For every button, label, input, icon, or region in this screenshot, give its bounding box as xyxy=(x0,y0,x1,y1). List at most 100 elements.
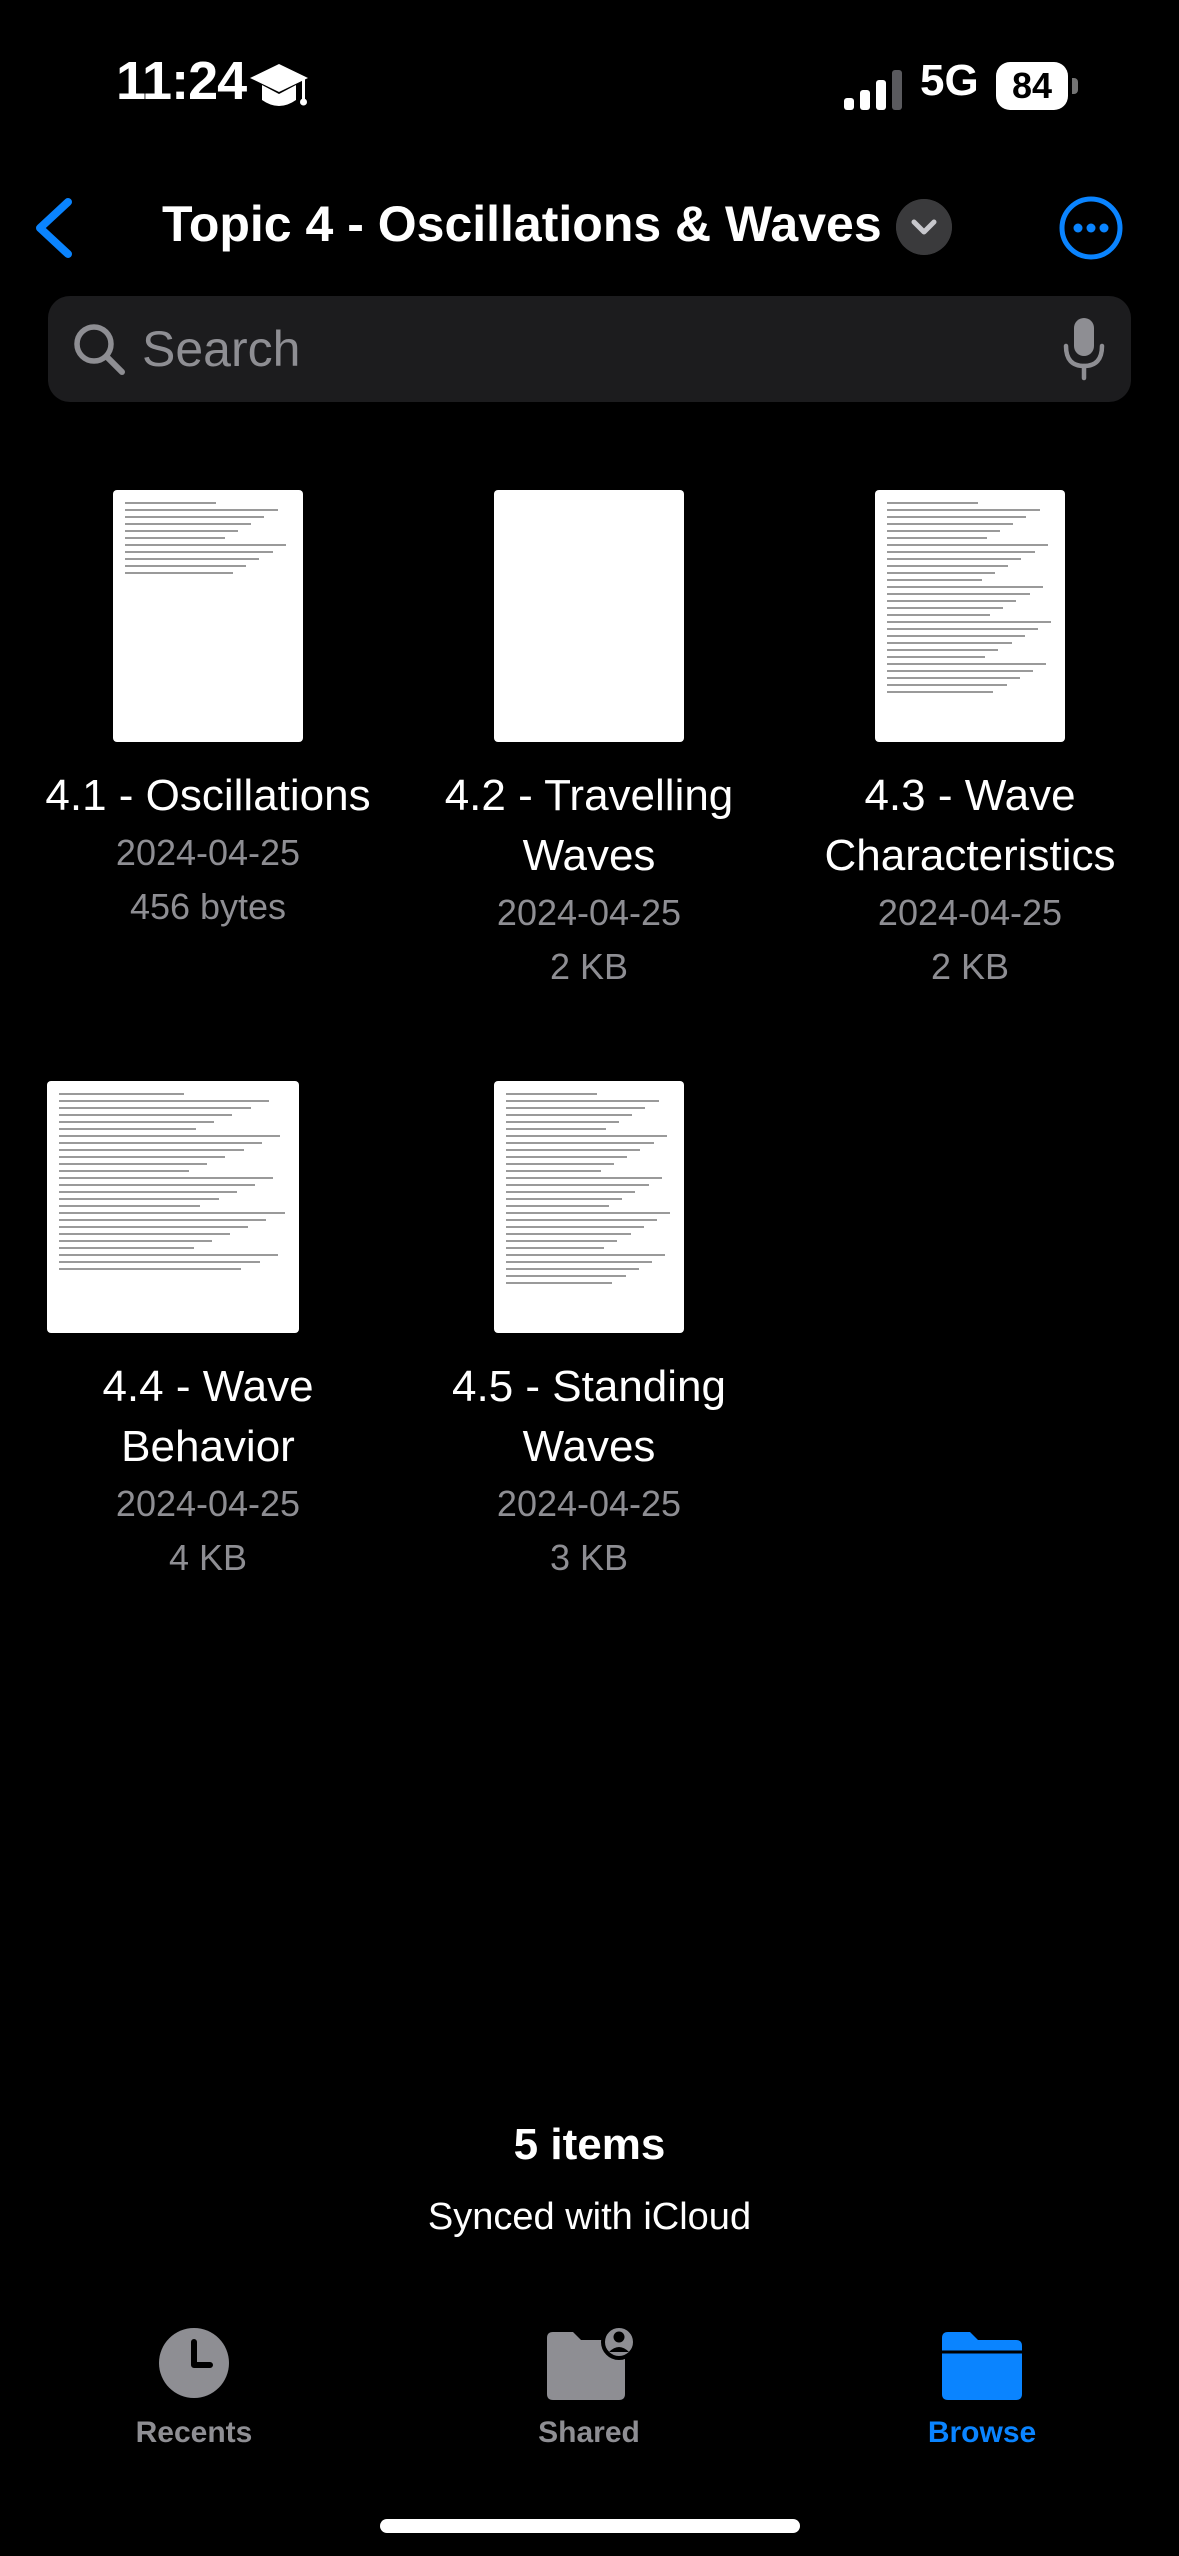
thumbnail-text-line xyxy=(506,1282,613,1284)
thumbnail-text-line xyxy=(59,1240,212,1242)
thumbnail-text-line xyxy=(59,1268,242,1270)
tab-label: Recents xyxy=(135,2416,253,2449)
thumbnail-text-line xyxy=(125,565,247,567)
thumbnail-text-line xyxy=(59,1135,281,1137)
document-thumbnail xyxy=(494,490,684,742)
thumbnail-text-line xyxy=(59,1177,274,1179)
file-item[interactable]: 4.5 - Standing Waves 2024-04-25 3 KB xyxy=(399,1081,779,1585)
microphone-icon[interactable] xyxy=(1060,316,1108,382)
document-thumbnail xyxy=(47,1081,299,1333)
tab-bar: Recents Shared Browse xyxy=(0,2300,1179,2556)
thumbnail-text-line xyxy=(506,1093,598,1095)
thumbnail-text-line xyxy=(887,670,1034,672)
cellular-signal-icon xyxy=(844,70,902,110)
thumbnail-text-line xyxy=(887,677,1020,679)
thumbnail-text-line xyxy=(887,572,995,574)
thumbnail-text-line xyxy=(506,1191,636,1193)
thumbnail-text-line xyxy=(59,1156,226,1158)
tab-label: Shared xyxy=(538,2416,640,2449)
document-thumbnail xyxy=(494,1081,684,1333)
thumbnail-text-line xyxy=(125,558,260,560)
thumbnail-text-line xyxy=(506,1212,671,1214)
home-indicator[interactable] xyxy=(380,2519,800,2533)
thumbnail-text-line xyxy=(506,1268,639,1270)
thumbnail-text-line xyxy=(506,1107,646,1109)
thumbnail-text-line xyxy=(506,1247,604,1249)
thumbnail-text-line xyxy=(506,1205,609,1207)
thumbnail-text-line xyxy=(59,1093,185,1095)
thumbnail-text-line xyxy=(125,502,217,504)
battery-nub xyxy=(1072,78,1078,94)
file-size: 2 KB xyxy=(930,946,1010,987)
file-date: 2024-04-25 xyxy=(877,892,1063,933)
sync-status: Synced with iCloud xyxy=(427,2196,752,2238)
thumbnail-text-line xyxy=(887,628,1039,630)
file-thumbnail-area xyxy=(18,1081,398,1337)
thumbnail-text-line xyxy=(887,579,982,581)
thumbnail-text-line xyxy=(506,1219,658,1221)
thumbnail-text-line xyxy=(506,1163,614,1165)
thumbnail-text-line xyxy=(59,1163,208,1165)
thumbnail-text-line xyxy=(887,649,999,651)
search-input[interactable] xyxy=(142,296,1022,402)
thumbnail-text-line xyxy=(887,558,1022,560)
file-name: 4.5 - Standing Waves xyxy=(452,1362,726,1471)
thumbnail-text-line xyxy=(59,1233,230,1235)
thumbnail-text-line xyxy=(59,1219,267,1221)
thumbnail-text-line xyxy=(887,565,1009,567)
tab-recents[interactable]: Recents xyxy=(64,2324,324,2484)
thumbnail-text-line xyxy=(887,551,1035,553)
back-chevron-icon[interactable] xyxy=(20,190,90,266)
file-size: 2 KB xyxy=(549,946,629,987)
thumbnail-text-line xyxy=(506,1128,606,1130)
thumbnail-text-line xyxy=(887,509,1040,511)
file-item[interactable]: 4.1 - Oscillations 2024-04-25 456 bytes xyxy=(18,490,398,934)
thumbnail-text-line xyxy=(506,1100,659,1102)
more-options-icon[interactable] xyxy=(1058,195,1124,261)
thumbnail-text-line xyxy=(506,1177,663,1179)
network-type: 5G xyxy=(920,56,979,105)
thumbnail-text-line xyxy=(59,1114,233,1116)
folder-title[interactable]: Topic 4 - Oscillations & Waves xyxy=(162,195,882,253)
file-thumbnail-area xyxy=(18,490,398,746)
thumbnail-text-line xyxy=(125,516,265,518)
file-item[interactable]: 4.4 - Wave Behavior 2024-04-25 4 KB xyxy=(18,1081,398,1585)
file-thumbnail-area xyxy=(399,1081,779,1337)
file-size: 4 KB xyxy=(168,1537,248,1578)
thumbnail-text-line xyxy=(59,1121,215,1123)
file-item[interactable]: 4.3 - Wave Characteristics 2024-04-25 2 … xyxy=(780,490,1160,994)
thumbnail-text-line xyxy=(59,1205,201,1207)
search-bar[interactable] xyxy=(48,296,1131,402)
thumbnail-text-line xyxy=(506,1240,618,1242)
status-bar: 11:24 5G 84 xyxy=(0,0,1179,150)
thumbnail-text-line xyxy=(125,523,252,525)
file-name: 4.2 - Travelling Waves xyxy=(444,771,734,880)
file-item[interactable]: 4.2 - Travelling Waves 2024-04-25 2 KB xyxy=(399,490,779,994)
clock-icon xyxy=(159,2328,229,2398)
thumbnail-text-line xyxy=(887,663,1047,665)
thumbnail-text-line xyxy=(506,1254,666,1256)
thumbnail-text-line xyxy=(887,593,1030,595)
thumbnail-text-line xyxy=(887,516,1027,518)
thumbnail-text-line xyxy=(887,656,985,658)
file-thumbnail-area xyxy=(399,490,779,746)
file-name: 4.3 - Wave Characteristics xyxy=(824,771,1116,880)
file-date: 2024-04-25 xyxy=(115,832,301,873)
tab-browse[interactable]: Browse xyxy=(852,2324,1112,2484)
thumbnail-text-line xyxy=(59,1149,244,1151)
thumbnail-text-line xyxy=(506,1226,644,1228)
thumbnail-text-line xyxy=(59,1100,269,1102)
thumbnail-text-line xyxy=(887,537,987,539)
chevron-down-icon[interactable] xyxy=(896,199,952,255)
tab-shared[interactable]: Shared xyxy=(459,2324,719,2484)
thumbnail-text-line xyxy=(125,572,233,574)
file-date: 2024-04-25 xyxy=(115,1483,301,1524)
file-date: 2024-04-25 xyxy=(496,1483,682,1524)
file-thumbnail-area xyxy=(780,490,1160,746)
thumbnail-text-line xyxy=(887,691,994,693)
thumbnail-text-line xyxy=(59,1226,249,1228)
thumbnail-text-line xyxy=(125,551,273,553)
thumbnail-text-line xyxy=(506,1233,631,1235)
thumbnail-text-line xyxy=(59,1198,219,1200)
thumbnail-text-line xyxy=(887,607,1004,609)
